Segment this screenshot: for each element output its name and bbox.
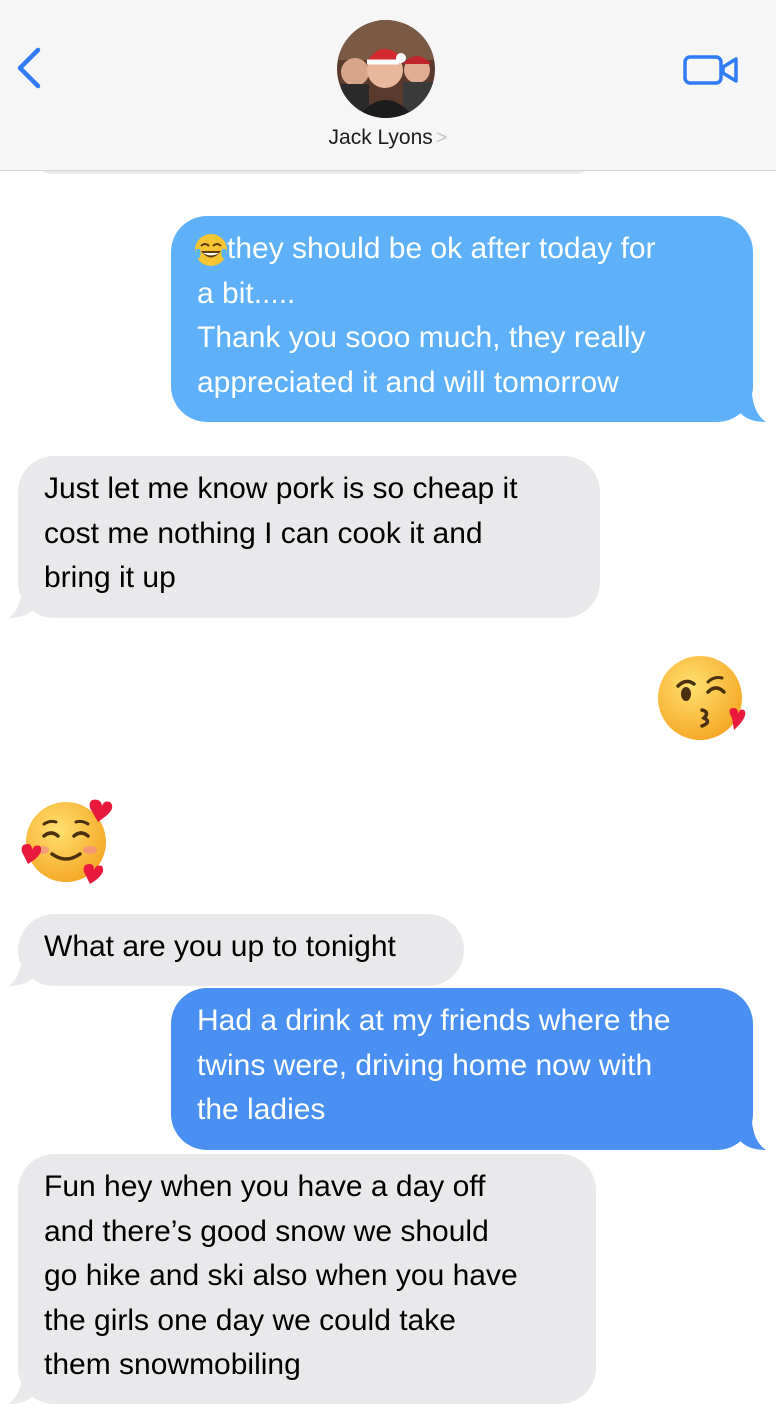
message-text-line: Had a drink at my friends where the [197,1004,671,1037]
message-text-line: twins were, driving home now with [197,1048,653,1082]
contact-name-button[interactable]: Jack Lyons > [0,126,776,150]
contact-avatar[interactable] [337,20,435,118]
message-text-line: cost me nothing I can cook it and [44,516,483,550]
message-text-line: bring it up [44,561,176,594]
chevron-left-icon [17,47,41,89]
message-text-line: Fun hey when you have a day off [44,1170,486,1203]
contact-name: Jack Lyons [328,126,433,149]
message-text-line: go hike and ski also when you have [44,1259,518,1292]
message-bubble-received[interactable]: What are you up to tonight [18,914,464,986]
message-text-line: and there’s good snow we should [44,1214,489,1248]
chevron-right-icon: > [435,127,448,149]
bubble-tail [738,1122,766,1150]
message-text-line: Just let me know pork is so cheap it [44,472,518,505]
smiling-face-with-hearts-emoji[interactable] [18,794,114,890]
message-bubble-received[interactable]: Just let me know pork is so cheap it cos… [18,456,600,618]
avatar-photo [337,20,435,118]
bubble-tail [8,590,36,618]
conversation-header: Jack Lyons > [0,0,776,171]
message-text-line: Thank you sooo much, they really [197,321,646,354]
message-text-line: a bit..... [197,276,296,310]
message-text-line: they should be ok after today for [227,232,656,265]
message-text-line: them snowmobiling [44,1348,301,1381]
bubble-tail [738,394,766,422]
message-text-line: What are you up to tonight [44,930,396,963]
message-bubble-sent[interactable]: Had a drink at my friends where the twin… [171,988,753,1150]
message-bubble-sent[interactable]: they should be ok after today for a bit.… [171,216,753,422]
facetime-button[interactable] [682,52,740,88]
message-text-line: the ladies [197,1093,326,1126]
video-camera-icon [683,55,738,85]
back-button[interactable] [10,44,50,92]
message-text-line: the girls one day we could take [44,1303,456,1337]
tears-of-joy-icon [195,234,227,266]
bubble-tail [8,958,36,986]
message-text-line: appreciated it and will tomorrow [197,365,619,399]
message-bubble-received[interactable]: Fun hey when you have a day off and ther… [18,1154,596,1404]
face-blowing-a-kiss-emoji[interactable] [656,652,748,744]
bubble-tail [8,1378,36,1404]
